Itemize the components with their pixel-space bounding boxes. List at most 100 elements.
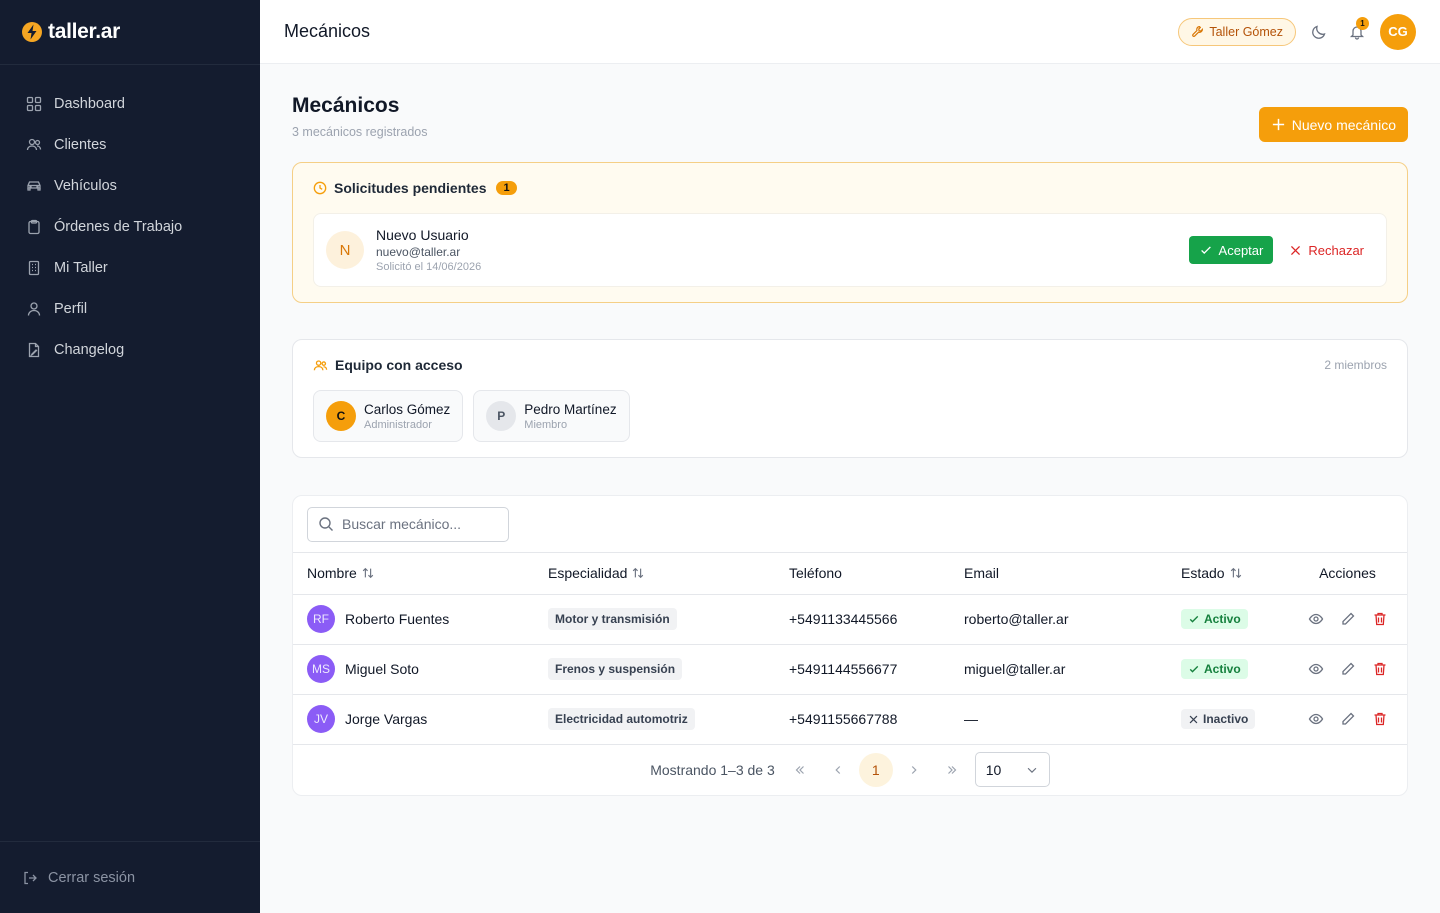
accept-button[interactable]: Aceptar [1188,236,1274,264]
request-date: Solicitó el 14/06/2026 [376,261,482,273]
theme-toggle-button[interactable] [1300,13,1338,51]
logout-button[interactable]: Cerrar sesión [0,841,260,913]
member-card[interactable]: C Carlos Gómez Administrador [313,390,464,442]
column-label: Teléfono [789,565,842,582]
delete-icon[interactable] [1372,661,1388,677]
edit-icon[interactable] [1340,711,1356,727]
close-icon [1289,244,1302,257]
email-cell: miguel@taller.ar [964,661,1066,677]
check-icon [1199,243,1213,257]
edit-icon[interactable] [1340,661,1356,677]
table-row: JV Jorge Vargas Electricidad automotriz … [293,694,1407,745]
workshop-selector[interactable]: Taller Gómez [1178,17,1296,46]
moon-icon [1311,24,1327,40]
column-header-specialty[interactable]: Especialidad [548,553,789,595]
column-label: Especialidad [548,565,628,582]
specialty-chip: Electricidad automotriz [548,708,695,730]
status-label: Activo [1204,612,1241,626]
sidebar-item-changelog[interactable]: Changelog [14,331,246,368]
page-title: Mecánicos [292,94,400,117]
page-size-select[interactable]: 10 [974,752,1050,787]
sidebar-item-vehiculos[interactable]: Vehículos [14,167,246,204]
status-label: Activo [1204,662,1241,676]
check-icon [1188,663,1200,675]
new-mechanic-label: Nuevo mecánico [1291,116,1396,133]
column-label: Nombre [307,565,357,582]
delete-icon[interactable] [1372,611,1388,627]
sort-icon [361,566,375,580]
notifications-button[interactable]: 1 [1338,13,1376,51]
edit-icon[interactable] [1340,611,1356,627]
member-role: Miembro [524,418,568,431]
member-info: Carlos Gómez Administrador [364,402,450,431]
building-icon [26,260,42,276]
team-count: 2 miembros [1324,358,1387,372]
car-icon [26,178,42,194]
sidebar-item-label: Changelog [54,341,125,358]
reject-button[interactable]: Rechazar [1281,236,1372,264]
check-icon [1188,613,1200,625]
page-number-current[interactable]: 1 [858,752,893,787]
email-cell: — [964,711,978,727]
delete-icon[interactable] [1372,711,1388,727]
avatar: N [326,231,364,269]
brand-name: taller.ar [48,20,121,43]
avatar: P [486,401,517,431]
sidebar-item-mi-taller[interactable]: Mi Taller [14,249,246,286]
mechanics-table-card: Nombre Especialidad Teléfono Email Estad… [292,495,1408,796]
clipboard-icon [26,219,42,235]
sidebar-item-clientes[interactable]: Clientes [14,126,246,163]
member-info: Pedro Martínez Miembro [524,402,616,431]
last-page-button[interactable] [933,753,971,787]
workshop-name: Taller Gómez [1209,24,1283,39]
search-icon [318,516,334,532]
avatar: MS [307,655,335,683]
row-actions [1288,661,1407,677]
view-icon[interactable] [1308,711,1324,727]
prev-page-button[interactable] [819,753,857,787]
column-label: Estado [1181,565,1225,582]
first-page-button[interactable] [781,753,819,787]
sidebar-item-dashboard[interactable]: Dashboard [14,85,246,122]
sidebar-item-perfil[interactable]: Perfil [14,290,246,327]
request-card: N Nuevo Usuario nuevo@taller.ar Solicitó… [313,213,1387,287]
team-icon [313,358,328,373]
column-header-phone: Teléfono [789,553,964,595]
member-card[interactable]: P Pedro Martínez Miembro [473,390,630,442]
chevrons-right-icon [945,763,959,777]
team-header: Equipo con acceso 2 miembros [313,340,1387,390]
view-icon[interactable] [1308,661,1324,677]
avatar: JV [307,705,335,733]
next-page-button[interactable] [895,753,933,787]
sort-icon [631,566,645,580]
table-row: MS Miguel Soto Frenos y suspensión +5491… [293,644,1407,695]
status-badge: Inactivo [1181,709,1256,729]
column-header-name[interactable]: Nombre [293,553,548,595]
accept-label: Aceptar [1218,242,1264,258]
new-mechanic-button[interactable]: Nuevo mecánico [1258,107,1408,142]
sidebar-item-label: Mi Taller [54,259,108,276]
members-list: C Carlos Gómez Administrador P Pedro Mar… [313,390,1387,442]
chevron-right-icon [907,763,921,777]
search-input[interactable] [342,516,502,532]
view-icon[interactable] [1308,611,1324,627]
user-avatar[interactable]: CG [1380,13,1416,50]
status-label: Inactivo [1203,712,1249,726]
status-badge: Activo [1181,609,1248,629]
member-role: Administrador [364,418,432,431]
search-bar [293,496,1407,553]
x-icon [1188,714,1199,725]
search-field[interactable] [307,506,509,542]
phone-cell: +5491144556677 [789,661,898,677]
column-header-status[interactable]: Estado [1181,553,1288,595]
notification-badge: 1 [1356,16,1369,30]
mechanic-name: Jorge Vargas [345,711,428,727]
request-info: Nuevo Usuario nuevo@taller.ar Solicitó e… [376,227,481,273]
brand[interactable]: taller.ar [0,0,260,65]
logo-icon [20,20,44,44]
row-actions [1288,711,1407,727]
page-header: Mecánicos 3 mecánicos registrados Nuevo … [292,64,1408,162]
sidebar: taller.ar Dashboard Clientes Vehículos Ó… [0,0,260,913]
sidebar-item-ordenes[interactable]: Órdenes de Trabajo [14,208,246,245]
request-actions: Aceptar Rechazar [1188,236,1372,264]
